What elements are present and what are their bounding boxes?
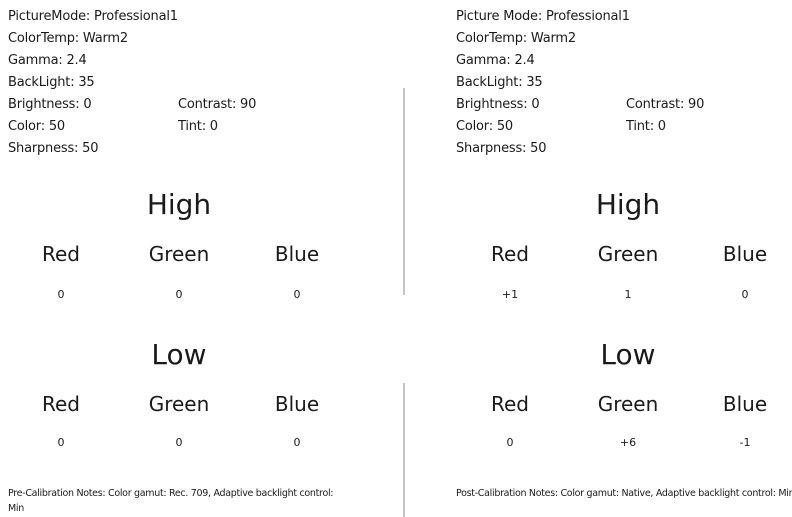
panel-divider xyxy=(403,383,405,517)
backlight-setting: BackLight: 35 xyxy=(456,75,543,90)
picture-mode-setting: Picture Mode: Professional1 xyxy=(456,9,630,24)
brightness-setting: Brightness: 0 xyxy=(456,97,540,112)
high-red-value: +1 xyxy=(501,288,519,301)
contrast-setting: Contrast: 90 xyxy=(626,97,705,112)
high-red-label: Red xyxy=(491,242,529,266)
low-section-title: Low xyxy=(600,338,656,371)
contrast-setting: Contrast: 90 xyxy=(178,97,257,112)
high-blue-value: 0 xyxy=(741,288,749,301)
low-blue-label: Blue xyxy=(722,392,768,416)
high-green-label: Green xyxy=(148,242,210,266)
low-blue-label: Blue xyxy=(274,392,320,416)
high-blue-value: 0 xyxy=(293,288,301,301)
pre-calibration-panel: PictureMode: Professional1 ColorTemp: Wa… xyxy=(0,0,390,517)
tint-setting: Tint: 0 xyxy=(626,119,666,134)
panel-divider xyxy=(403,88,405,295)
low-green-label: Green xyxy=(597,392,659,416)
tint-setting: Tint: 0 xyxy=(178,119,218,134)
color-tint-row: Color: 50 Tint: 0 xyxy=(456,116,666,138)
settings-list: Picture Mode: Professional1 ColorTemp: W… xyxy=(456,6,704,160)
brightness-setting: Brightness: 0 xyxy=(8,97,92,112)
high-red-value: 0 xyxy=(57,288,65,301)
color-temp-setting: ColorTemp: Warm2 xyxy=(8,31,128,46)
settings-list: PictureMode: Professional1 ColorTemp: Wa… xyxy=(8,6,256,160)
high-green-value: 1 xyxy=(624,288,632,301)
brightness-contrast-row: Brightness: 0 Contrast: 90 xyxy=(456,94,704,116)
low-red-value: 0 xyxy=(57,436,65,449)
post-calibration-notes: Post-Calibration Notes: Color gamut: Nat… xyxy=(456,488,792,499)
high-blue-label: Blue xyxy=(722,242,768,266)
sharpness-setting: Sharpness: 50 xyxy=(8,141,99,156)
gamma-setting: Gamma: 2.4 xyxy=(456,53,535,68)
picture-mode-setting: PictureMode: Professional1 xyxy=(8,9,178,24)
sharpness-setting: Sharpness: 50 xyxy=(456,141,547,156)
color-tint-row: Color: 50 Tint: 0 xyxy=(8,116,218,138)
color-temp-setting: ColorTemp: Warm2 xyxy=(456,31,576,46)
high-green-label: Green xyxy=(597,242,659,266)
high-section-title: High xyxy=(146,188,212,221)
color-setting: Color: 50 xyxy=(8,119,65,134)
low-section-title: Low xyxy=(151,338,207,371)
backlight-setting: BackLight: 35 xyxy=(8,75,95,90)
post-calibration-panel: Picture Mode: Professional1 ColorTemp: W… xyxy=(448,0,792,517)
low-blue-value: 0 xyxy=(293,436,301,449)
low-green-value: +6 xyxy=(619,436,637,449)
low-red-label: Red xyxy=(491,392,529,416)
pre-calibration-notes: Pre-Calibration Notes: Color gamut: Rec.… xyxy=(8,488,334,514)
low-red-value: 0 xyxy=(506,436,514,449)
high-blue-label: Blue xyxy=(274,242,320,266)
low-green-label: Green xyxy=(148,392,210,416)
low-green-value: 0 xyxy=(175,436,183,449)
brightness-contrast-row: Brightness: 0 Contrast: 90 xyxy=(8,94,256,116)
low-red-label: Red xyxy=(42,392,80,416)
high-section-title: High xyxy=(595,188,661,221)
low-blue-value: -1 xyxy=(739,436,751,449)
high-red-label: Red xyxy=(42,242,80,266)
gamma-setting: Gamma: 2.4 xyxy=(8,53,87,68)
color-setting: Color: 50 xyxy=(456,119,513,134)
high-green-value: 0 xyxy=(175,288,183,301)
